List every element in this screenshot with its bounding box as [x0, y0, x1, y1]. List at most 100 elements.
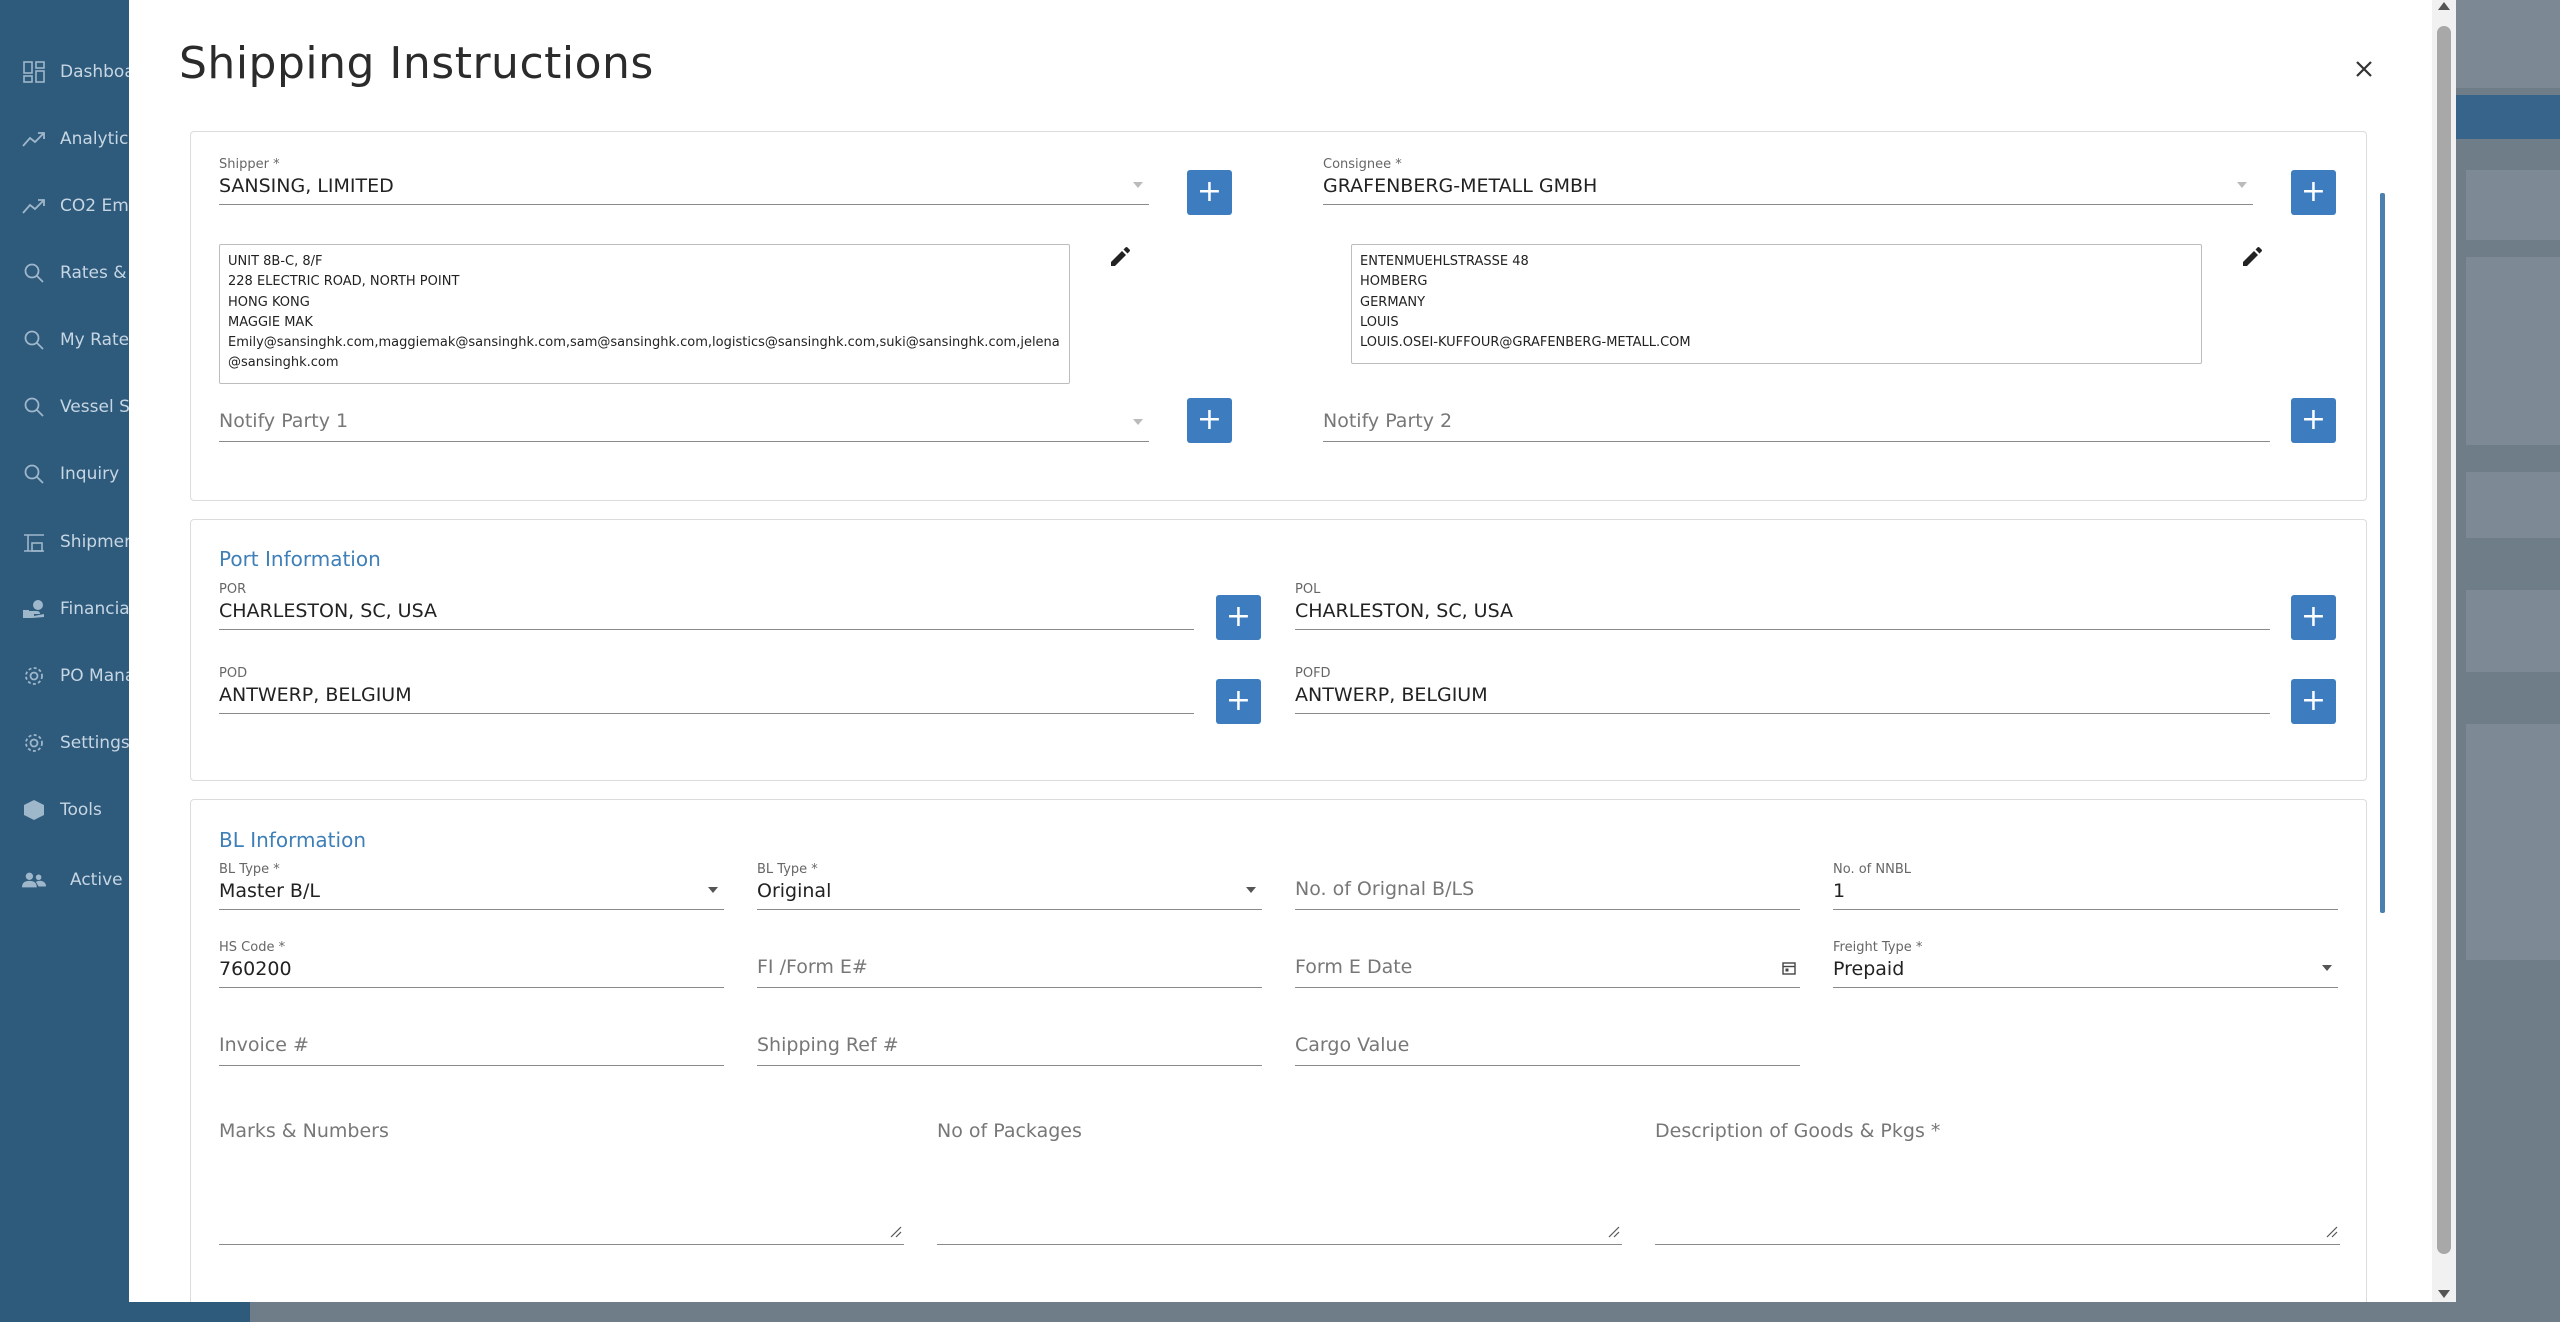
add-por-button[interactable]: + — [1216, 595, 1261, 640]
sidebar-item-label: Shipmen — [60, 532, 135, 552]
hs-code-input[interactable]: HS Code * 760200 — [219, 940, 724, 988]
packages-placeholder: No of Packages — [937, 1120, 1082, 1142]
pol-label: POL — [1295, 582, 1321, 597]
background-band — [2456, 95, 2560, 139]
scrollbar-thumb[interactable] — [2437, 26, 2451, 1254]
pofd-input[interactable]: POFD ANTWERP, BELGIUM — [1295, 666, 2270, 714]
sidebar-item-financial[interactable]: Financia — [22, 589, 130, 629]
por-value: CHARLESTON, SC, USA — [219, 600, 437, 622]
search-icon — [22, 462, 46, 486]
sidebar-item-analytics[interactable]: Analytics — [22, 119, 137, 159]
pol-input[interactable]: POL CHARLESTON, SC, USA — [1295, 582, 2270, 630]
sidebar-item-vessel[interactable]: Vessel Sc — [22, 387, 139, 427]
scroll-up-icon[interactable] — [2438, 2, 2450, 10]
add-shipper-button[interactable]: + — [1187, 170, 1232, 215]
sidebar-item-settings[interactable]: Settings — [22, 723, 130, 763]
add-pofd-button[interactable]: + — [2291, 679, 2336, 724]
bl-information-section: BL Information BL Type * Master B/L BL T… — [190, 799, 2367, 1302]
add-notify-party-2-button[interactable]: + — [2291, 398, 2336, 443]
sidebar-item-dashboard[interactable]: Dashboa — [22, 52, 135, 92]
background-card — [2466, 257, 2560, 445]
sidebar-item-tools[interactable]: Tools — [22, 790, 102, 830]
no-original-bls-input[interactable]: No. of Orignal B/LS — [1295, 862, 1800, 910]
edit-consignee-address-button[interactable] — [2241, 246, 2265, 270]
resize-handle-icon[interactable] — [890, 1226, 902, 1238]
cargo-value-input[interactable]: Cargo Value — [1295, 1018, 1800, 1066]
gear-icon — [22, 664, 46, 688]
packages-textarea[interactable]: No of Packages — [937, 1120, 1622, 1245]
sidebar-item-rates[interactable]: Rates & E — [22, 253, 143, 293]
sidebar-item-po[interactable]: PO Mana — [22, 656, 135, 696]
users-icon — [22, 868, 46, 892]
sidebar-item-label: Active — [70, 870, 123, 890]
sidebar-item-label: Vessel Sc — [60, 397, 140, 417]
sidebar-item-label: Inquiry — [60, 464, 120, 484]
fi-form-input[interactable]: FI /Form E# — [757, 940, 1262, 988]
notify-party-1-placeholder: Notify Party 1 — [219, 410, 349, 432]
invoice-input[interactable]: Invoice # — [219, 1018, 724, 1066]
marks-numbers-textarea[interactable]: Marks & Numbers — [219, 1120, 904, 1245]
bl-type-label: BL Type * — [219, 862, 280, 877]
sidebar-item-co2[interactable]: CO2 Emi — [22, 186, 134, 226]
sidebar-item-label: My Rates — [60, 330, 138, 350]
cargo-value-placeholder: Cargo Value — [1295, 1034, 1410, 1056]
pod-value: ANTWERP, BELGIUM — [219, 684, 412, 706]
chevron-down-icon — [2237, 182, 2247, 188]
description-placeholder: Description of Goods & Pkgs * — [1655, 1120, 1941, 1142]
bl-type-2-value: Original — [757, 880, 832, 902]
consignee-address[interactable]: ENTENMUEHLSTRASSE 48 HOMBERG GERMANY LOU… — [1351, 244, 2202, 364]
shipper-address[interactable]: UNIT 8B-C, 8/F 228 ELECTRIC ROAD, NORTH … — [219, 244, 1070, 384]
consignee-select[interactable]: Consignee * GRAFENBERG-METALL GMBH — [1323, 157, 2253, 205]
bl-type-value: Master B/L — [219, 880, 320, 902]
shipper-label: Shipper * — [219, 157, 280, 172]
scroll-down-icon[interactable] — [2438, 1290, 2450, 1298]
close-icon — [2356, 61, 2372, 77]
calendar-icon[interactable] — [1782, 960, 1796, 979]
description-textarea[interactable]: Description of Goods & Pkgs * — [1655, 1120, 2340, 1245]
sidebar-item-inquiry[interactable]: Inquiry — [22, 454, 119, 494]
add-consignee-button[interactable]: + — [2291, 170, 2336, 215]
add-pol-button[interactable]: + — [2291, 595, 2336, 640]
notify-party-2-placeholder: Notify Party 2 — [1323, 410, 1453, 432]
shipping-ref-input[interactable]: Shipping Ref # — [757, 1018, 1262, 1066]
resize-handle-icon[interactable] — [1608, 1226, 1620, 1238]
form-e-date-placeholder: Form E Date — [1295, 956, 1413, 978]
modal-title: Shipping Instructions — [179, 38, 654, 89]
sidebar-item-shipment[interactable]: Shipmen — [22, 522, 135, 562]
add-pod-button[interactable]: + — [1216, 679, 1261, 724]
invoice-placeholder: Invoice # — [219, 1034, 309, 1056]
page-scrollbar[interactable] — [2432, 0, 2456, 1302]
edit-shipper-address-button[interactable] — [1109, 246, 1133, 270]
por-input[interactable]: POR CHARLESTON, SC, USA — [219, 582, 1194, 630]
resize-handle-icon[interactable] — [2326, 1226, 2338, 1238]
nnbl-input[interactable]: No. of NNBL 1 — [1833, 862, 2338, 910]
pencil-icon — [2243, 247, 2262, 266]
background-card — [2466, 590, 2560, 672]
shipper-select[interactable]: Shipper * SANSING, LIMITED — [219, 157, 1149, 205]
background-card — [2466, 724, 2560, 960]
freight-type-value: Prepaid — [1833, 958, 1905, 980]
search-icon — [22, 395, 46, 419]
notify-party-1-select[interactable]: Notify Party 1 — [219, 394, 1149, 442]
section-title: BL Information — [219, 828, 366, 852]
freight-type-select[interactable]: Freight Type * Prepaid — [1833, 940, 2338, 988]
sidebar-item-active[interactable]: Active — [22, 860, 123, 900]
sidebar-item-label: CO2 Emi — [60, 196, 134, 216]
finance-icon — [22, 597, 46, 621]
search-icon — [22, 261, 46, 285]
close-button[interactable] — [2347, 52, 2381, 86]
search-icon — [22, 328, 46, 352]
bl-type-2-select[interactable]: BL Type * Original — [757, 862, 1262, 910]
hs-code-label: HS Code * — [219, 940, 286, 955]
form-e-date-input[interactable]: Form E Date — [1295, 940, 1800, 988]
sidebar-item-label: Analytics — [60, 129, 138, 149]
chevron-down-icon — [1133, 182, 1143, 188]
bl-type-select[interactable]: BL Type * Master B/L — [219, 862, 724, 910]
dashboard-icon — [22, 60, 46, 84]
notify-party-2-input[interactable]: Notify Party 2 — [1323, 394, 2270, 442]
add-notify-party-1-button[interactable]: + — [1187, 398, 1232, 443]
pod-input[interactable]: POD ANTWERP, BELGIUM — [219, 666, 1194, 714]
co2-icon — [22, 194, 46, 218]
sidebar-item-label: Settings — [60, 733, 130, 753]
sidebar-item-my-rates[interactable]: My Rates — [22, 320, 138, 360]
